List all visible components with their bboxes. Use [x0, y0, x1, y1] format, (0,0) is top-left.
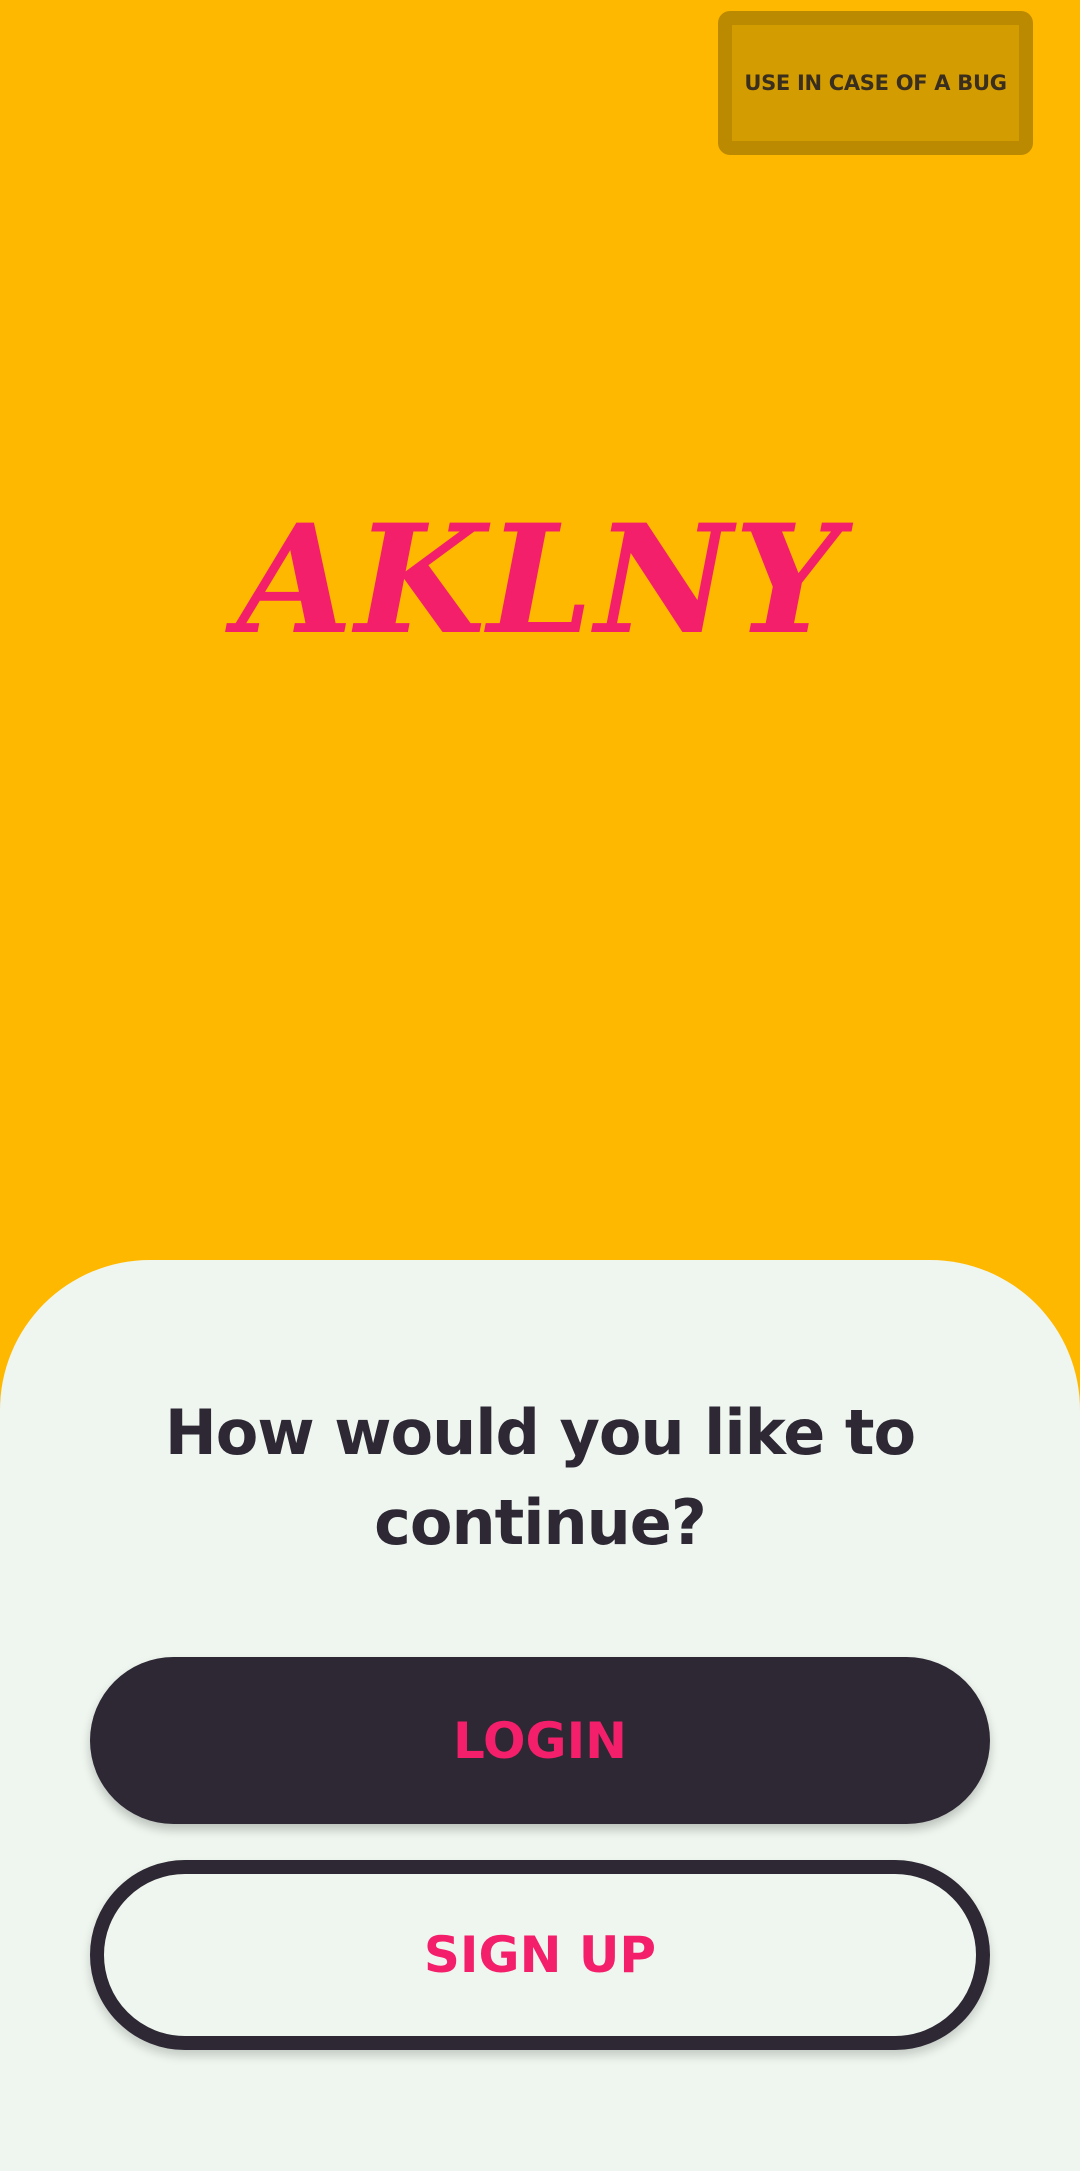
report-bug-label: USE IN CASE OF A BUG [744, 71, 1007, 95]
signup-button[interactable]: SIGN UP [90, 1860, 990, 2050]
app-logo-text: AKLNY [236, 492, 844, 668]
login-button-label: LOGIN [452, 1711, 628, 1770]
app-logo: AKLNY [0, 490, 1080, 670]
login-button[interactable]: LOGIN [90, 1657, 990, 1824]
report-bug-button[interactable]: USE IN CASE OF A BUG [718, 11, 1033, 155]
auth-prompt-heading: How would you like to continue? [164, 1396, 916, 1559]
auth-sheet: How would you like to continue? LOGIN SI… [0, 1260, 1080, 2171]
signup-button-label: SIGN UP [423, 1926, 657, 1984]
